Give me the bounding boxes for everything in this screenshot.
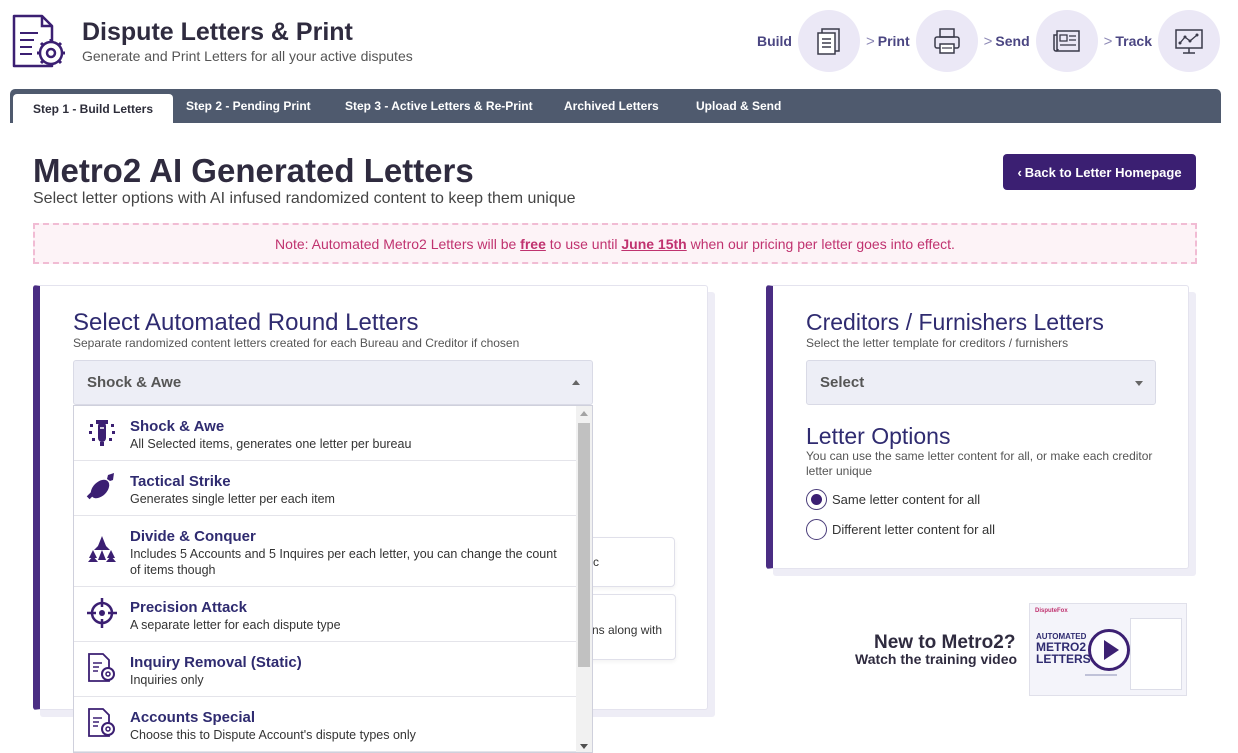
scrollbar-thumb[interactable] [578,423,590,667]
monitor-chart-icon[interactable] [1158,10,1220,72]
chevron-up-icon [572,379,580,385]
option-divide-conquer[interactable]: Divide & Conquer Includes 5 Accounts and… [74,516,577,587]
option-title: Shock & Awe [130,418,225,435]
step-print[interactable]: > Print [866,33,910,50]
dispute-letters-logo-icon [10,13,68,71]
pricing-note: Note: Automated Metro2 Letters will be f… [33,223,1197,264]
option-title: Precision Attack [130,599,247,616]
creditors-title: Creditors / Furnishers Letters [806,309,1104,335]
chevron-down-icon [1135,380,1143,386]
crosshair-icon [86,597,118,629]
step-send[interactable]: > Send [984,33,1030,50]
workflow-steps: Build > Print > Send > Track [751,10,1220,72]
training-video-thumbnail[interactable]: DisputeFox AUTOMATED METRO2 LETTERS [1029,603,1187,696]
option-precision-attack[interactable]: Precision Attack A separate letter for e… [74,587,577,642]
promo-subtitle: Watch the training video [855,651,1018,667]
round-letters-dropdown: Shock & Awe All Selected items, generate… [73,405,593,753]
step-track[interactable]: > Track [1104,33,1152,50]
option-desc: All Selected items, generates one letter… [130,437,412,451]
option-title: Divide & Conquer [130,528,256,545]
chevron-left-icon: ‹ [1017,164,1022,180]
newspaper-icon[interactable] [1035,10,1098,72]
thumb-brand: DisputeFox [1035,608,1068,614]
creditors-subtitle: Select the letter template for creditors… [806,336,1069,350]
option-desc: Generates single letter per each item [130,492,335,506]
free-highlight: free [520,235,546,252]
option-title: Accounts Special [130,709,256,726]
document-gear-icon [86,652,118,684]
jets-formation-icon [86,534,118,566]
option-shock-awe[interactable]: Shock & Awe All Selected items, generate… [74,406,577,461]
tab-active-letters[interactable]: Step 3 - Active Letters & Re-Print [345,89,533,123]
letter-options-title: Letter Options [806,423,951,449]
letter-options-desc: You can use the same letter content for … [806,449,1153,478]
option-desc: Includes 5 Accounts and 5 Inquires per e… [130,547,557,577]
tab-upload-send[interactable]: Upload & Send [696,89,781,123]
tab-archived-letters[interactable]: Archived Letters [564,89,659,123]
option-title: Inquiry Removal (Static) [130,654,302,671]
printer-icon[interactable] [915,10,978,72]
step-tabs: Step 1 - Build Letters Step 2 - Pending … [10,89,1221,123]
radio-checked-icon[interactable] [806,489,827,510]
step-build[interactable]: Build [757,33,792,49]
radio-unchecked-icon[interactable] [806,519,827,540]
creditor-template-select[interactable]: Select [806,360,1156,405]
document-list-icon[interactable] [797,10,860,72]
option-desc: A separate letter for each dispute type [130,618,341,632]
option-title: Tactical Strike [130,473,231,490]
back-to-letter-homepage-button[interactable]: ‹ Back to Letter Homepage [1003,154,1196,190]
option-tactical-strike[interactable]: Tactical Strike Generates single letter … [74,461,577,516]
round-letters-title: Select Automated Round Letters [73,309,419,336]
document-gear-icon [86,707,118,739]
round-letters-select[interactable]: Shock & Awe [73,360,593,405]
option-desc: Inquiries only [130,673,204,687]
page-subtitle: Select letter options with AI infused ra… [33,190,576,207]
page-title: Metro2 AI Generated Letters [33,152,474,189]
option-accounts-special[interactable]: Accounts Special Choose this to Dispute … [74,697,577,752]
app-subtitle: Generate and Print Letters for all your … [82,48,413,64]
tab-build-letters[interactable]: Step 1 - Build Letters [13,94,174,123]
dropdown-scrollbar[interactable] [576,406,592,752]
scroll-down-icon[interactable] [580,744,588,749]
app-title: Dispute Letters & Print [82,18,353,46]
scroll-up-icon[interactable] [580,411,588,416]
play-icon[interactable] [1088,629,1130,671]
option-desc: Choose this to Dispute Account's dispute… [130,728,416,742]
bomb-icon [86,416,118,448]
radio-different-content[interactable]: Different letter content for all [806,519,995,540]
radio-same-content[interactable]: Same letter content for all [806,489,980,510]
round-letters-subtitle: Separate randomized content letters crea… [73,336,520,350]
date-highlight: June 15th [621,235,687,252]
tab-pending-print[interactable]: Step 2 - Pending Print [186,89,311,123]
option-inquiry-removal[interactable]: Inquiry Removal (Static) Inquiries only [74,642,577,697]
missile-icon [86,471,118,503]
